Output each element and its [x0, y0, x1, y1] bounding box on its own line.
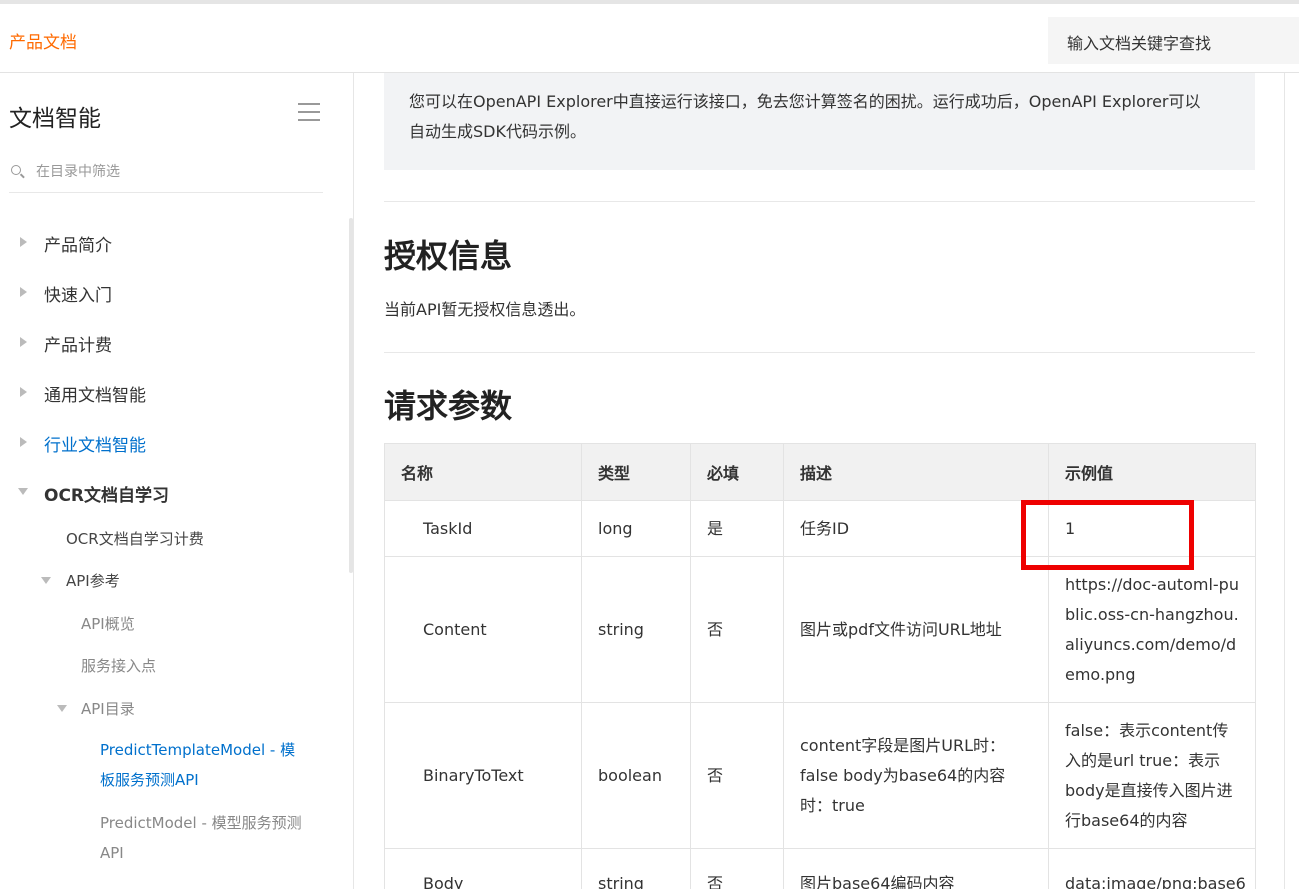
notice-text: 您可以在OpenAPI Explorer中直接运行该接口，免去您计算签名的困扰。…: [409, 92, 1201, 141]
expand-arrow-icon: [20, 437, 27, 447]
collapse-arrow-icon: [41, 577, 51, 584]
divider: [384, 201, 1255, 202]
content-right-border: [1284, 73, 1285, 889]
sidebar-item-predict-template-model[interactable]: PredictTemplateModel - 模板服务预测API: [100, 735, 310, 795]
param-type: long: [581, 500, 691, 557]
collapse-arrow-icon: [18, 488, 28, 495]
sidebar-item-industry-doc-ai[interactable]: 行业文档智能: [0, 428, 340, 458]
divider: [384, 352, 1255, 353]
table-row: Content string 否 图片或pdf文件访问URL地址 https:/…: [384, 556, 1256, 703]
expand-arrow-icon: [20, 287, 27, 297]
sidebar-item-label: 快速入门: [44, 286, 112, 306]
sidebar-item-api-reference[interactable]: API参考: [0, 567, 340, 597]
filter-placeholder: 在目录中筛选: [36, 164, 120, 180]
sidebar-item-label: API目录: [81, 700, 135, 718]
param-required: 否: [690, 702, 784, 849]
sidebar-item-label: 产品计费: [44, 336, 112, 356]
sidebar-item-quick-start[interactable]: 快速入门: [0, 278, 340, 308]
main-content: 您可以在OpenAPI Explorer中直接运行该接口，免去您计算签名的困扰。…: [354, 73, 1285, 889]
param-name: TaskId: [384, 500, 582, 557]
param-name: Content: [384, 556, 582, 703]
params-heading: 请求参数: [384, 387, 513, 425]
column-header: 必填: [690, 443, 784, 501]
param-description: 图片base64编码内容: [783, 848, 1049, 889]
param-type: boolean: [581, 702, 691, 849]
sidebar-item-ocr-billing[interactable]: OCR文档自学习计费: [0, 525, 340, 555]
param-required: 否: [690, 556, 784, 703]
column-header: 描述: [783, 443, 1049, 501]
search-placeholder: 输入文档关键字查找: [1067, 34, 1212, 53]
param-example: https://doc-automl-public.oss-cn-hangzho…: [1048, 556, 1256, 703]
sidebar-title: 文档智能: [9, 106, 101, 132]
menu-icon[interactable]: [298, 103, 320, 121]
column-header: 示例值: [1048, 443, 1256, 501]
sidebar-item-billing[interactable]: 产品计费: [0, 328, 340, 358]
expand-arrow-icon: [20, 387, 27, 397]
sidebar-item-predict-model[interactable]: PredictModel - 模型服务预测API: [100, 808, 310, 868]
expand-arrow-icon: [20, 237, 27, 247]
table-row: BinaryToText boolean 否 content字段是图片URL时：…: [384, 702, 1256, 849]
sidebar-item-label: 产品简介: [44, 236, 112, 256]
param-example: false：表示content传入的是url true：表示body是直接传入图…: [1048, 702, 1256, 849]
sidebar-item-label: OCR文档自学习: [44, 486, 170, 506]
sidebar-item-endpoints[interactable]: 服务接入点: [0, 652, 340, 682]
collapse-arrow-icon: [57, 705, 67, 712]
sidebar-item-ocr-self-learning[interactable]: OCR文档自学习: [0, 478, 340, 508]
sidebar-item-label: 通用文档智能: [44, 386, 146, 406]
sidebar-item-general-doc-ai[interactable]: 通用文档智能: [0, 378, 340, 408]
sidebar-item-product-intro[interactable]: 产品简介: [0, 228, 340, 258]
sidebar-item-label: 服务接入点: [81, 657, 157, 675]
param-description: 任务ID: [783, 500, 1049, 557]
sidebar-item-label: API概览: [81, 615, 135, 633]
highlight-box: [1021, 500, 1194, 570]
product-docs-link[interactable]: 产品文档: [9, 28, 77, 53]
column-header: 类型: [581, 443, 691, 501]
param-description: 图片或pdf文件访问URL地址: [783, 556, 1049, 703]
param-description: content字段是图片URL时：false body为base64的内容时：t…: [783, 702, 1049, 849]
param-type: string: [581, 556, 691, 703]
param-name: BinaryToText: [384, 702, 582, 849]
catalog-filter-input[interactable]: 在目录中筛选: [9, 160, 323, 193]
auth-text: 当前API暂无授权信息透出。: [384, 300, 586, 319]
param-required: 是: [690, 500, 784, 557]
openapi-explorer-notice: 您可以在OpenAPI Explorer中直接运行该接口，免去您计算签名的困扰。…: [384, 73, 1255, 170]
search-icon: [11, 165, 21, 175]
sidebar-item-label: 行业文档智能: [44, 436, 146, 456]
sidebar: 文档智能 在目录中筛选 产品简介 快速入门 产品计费 通用文档智能 行业文档智能…: [0, 73, 354, 889]
table-row: Body string 否 图片base64编码内容 data:image/pn…: [384, 848, 1256, 889]
sidebar-item-api-overview[interactable]: API概览: [0, 610, 340, 640]
expand-arrow-icon: [20, 337, 27, 347]
param-required: 否: [690, 848, 784, 889]
auth-heading: 授权信息: [384, 237, 513, 275]
param-example: data:image/png;base6: [1048, 848, 1256, 889]
table-header-row: 名称 类型 必填 描述 示例值: [384, 443, 1256, 501]
param-name: Body: [384, 848, 582, 889]
sidebar-item-label: OCR文档自学习计费: [66, 530, 204, 548]
param-type: string: [581, 848, 691, 889]
sidebar-item-label: API参考: [66, 572, 120, 590]
top-bar: 产品文档 输入文档关键字查找: [0, 0, 1299, 73]
sidebar-item-api-catalog[interactable]: API目录: [0, 695, 340, 725]
doc-search-input[interactable]: 输入文档关键字查找: [1048, 17, 1299, 64]
sidebar-scrollbar[interactable]: [349, 218, 353, 573]
column-header: 名称: [384, 443, 582, 501]
